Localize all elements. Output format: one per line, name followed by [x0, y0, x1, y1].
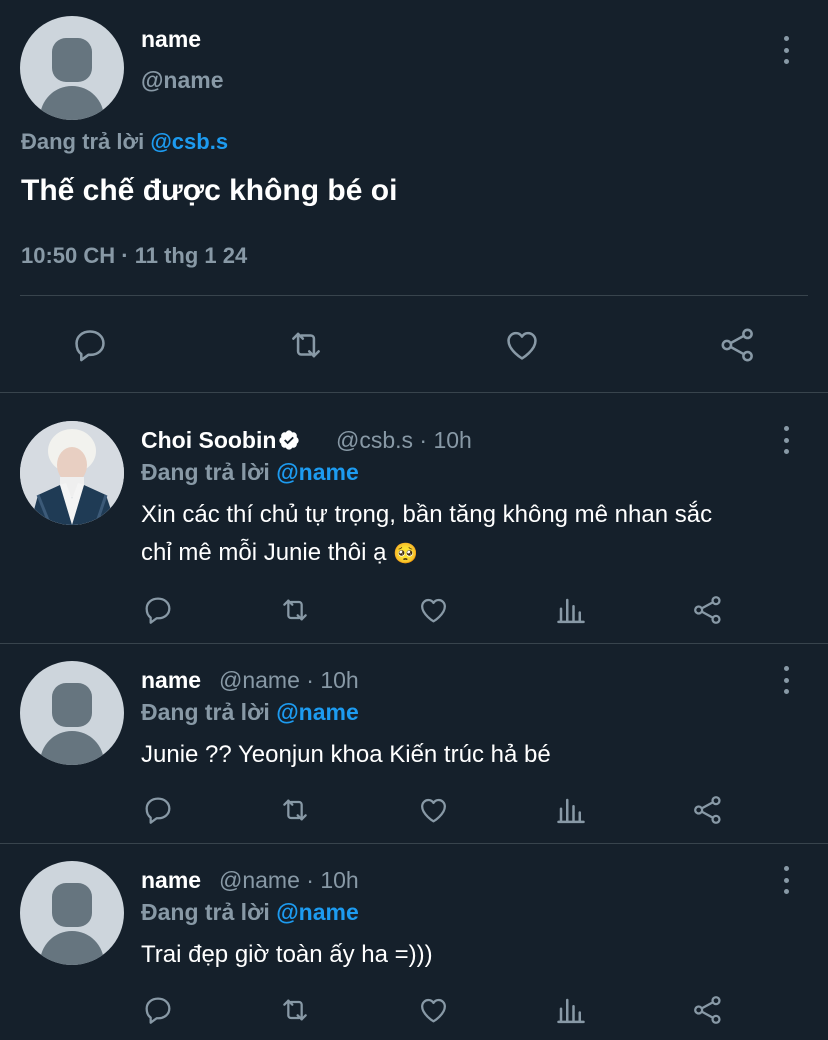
analytics-icon[interactable] — [556, 994, 586, 1026]
replying-to-mention[interactable]: @csb.s — [150, 129, 228, 154]
retweet-icon[interactable] — [285, 326, 327, 364]
tweet-text-line-content: chỉ mê mỗi Junie thôi ạ — [141, 539, 387, 566]
share-icon[interactable] — [692, 594, 724, 626]
tweet-text: Xin các thí chủ tự trọng, bần tăng không… — [141, 496, 801, 573]
retweet-icon[interactable] — [277, 594, 313, 626]
divider — [20, 295, 808, 296]
reply-icon[interactable] — [71, 326, 109, 364]
more-options-icon[interactable] — [776, 426, 796, 454]
author-name[interactable]: name — [141, 667, 201, 694]
avatar[interactable] — [20, 421, 124, 525]
replying-to-mention[interactable]: @name — [276, 899, 359, 925]
analytics-icon[interactable] — [556, 594, 586, 626]
like-icon[interactable] — [417, 994, 450, 1026]
tweet-text-line: Xin các thí chủ tự trọng, bần tăng không… — [141, 501, 713, 528]
avatar[interactable] — [20, 16, 124, 120]
author-name[interactable]: Choi Soobin — [141, 427, 300, 454]
more-options-icon[interactable] — [776, 666, 796, 694]
pleading-face-emoji: 🥺 — [393, 543, 419, 565]
tweet-text: Trai đẹp giờ toàn ấy ha =))) — [141, 941, 433, 968]
share-icon[interactable] — [692, 994, 724, 1026]
analytics-icon[interactable] — [556, 794, 586, 826]
like-icon[interactable] — [417, 594, 450, 626]
tweet-meta[interactable]: @csb.s · 10h — [336, 427, 472, 454]
tweet-text-line: chỉ mê mỗi Junie thôi ạ 🥺 — [141, 534, 801, 573]
reply-icon[interactable] — [142, 994, 174, 1026]
tweet-timestamp[interactable]: 10:50 CH · 11 thg 1 24 — [21, 243, 247, 269]
reply-icon[interactable] — [142, 594, 174, 626]
retweet-icon[interactable] — [277, 994, 313, 1026]
author-handle[interactable]: @name — [141, 67, 224, 94]
author-name-text[interactable]: Choi Soobin — [141, 427, 276, 453]
tweet-text: Thế chế được không bé oi — [21, 174, 398, 207]
more-options-icon[interactable] — [776, 866, 796, 894]
replying-to: Đang trả lời @name — [141, 899, 359, 926]
author-name[interactable]: name — [141, 26, 201, 53]
share-icon[interactable] — [692, 794, 724, 826]
replying-prefix: Đang trả lời — [141, 899, 270, 925]
reply-icon[interactable] — [142, 794, 174, 826]
avatar[interactable] — [20, 861, 124, 965]
replying-prefix: Đang trả lời — [141, 699, 270, 725]
replying-to: Đang trả lời @name — [141, 699, 359, 726]
replying-prefix: Đang trả lời — [141, 459, 270, 485]
more-options-icon[interactable] — [776, 36, 796, 64]
tweet-meta[interactable]: @name · 10h — [219, 667, 359, 694]
author-name[interactable]: name — [141, 867, 201, 894]
replying-to-mention[interactable]: @name — [276, 699, 359, 725]
divider — [0, 643, 828, 644]
avatar[interactable] — [20, 661, 124, 765]
divider — [0, 392, 828, 393]
replying-to: Đang trả lời @name — [141, 459, 359, 486]
verified-badge-icon — [279, 430, 300, 450]
divider — [0, 843, 828, 844]
tweet-meta[interactable]: @name · 10h — [219, 867, 359, 894]
like-icon[interactable] — [417, 794, 450, 826]
tweet-text: Junie ?? Yeonjun khoa Kiến trúc hả bé — [141, 741, 551, 768]
retweet-icon[interactable] — [277, 794, 313, 826]
replying-to-mention[interactable]: @name — [276, 459, 359, 485]
replying-to: Đang trả lời @csb.s — [21, 129, 228, 155]
like-icon[interactable] — [502, 326, 542, 364]
share-icon[interactable] — [718, 326, 758, 364]
replying-prefix: Đang trả lời — [21, 129, 145, 154]
